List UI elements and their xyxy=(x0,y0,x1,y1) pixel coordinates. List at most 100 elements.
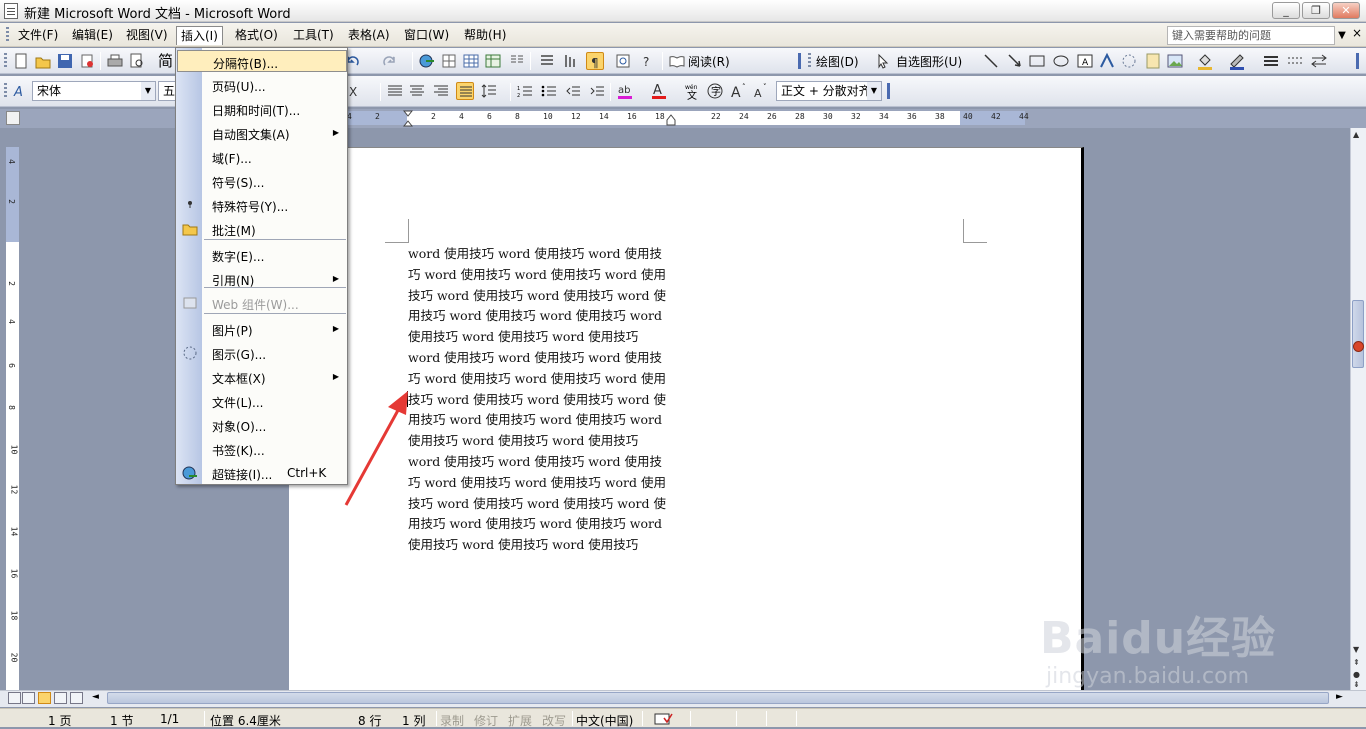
insert-menu-item-object[interactable]: 对象(O)... xyxy=(177,414,347,436)
document-line[interactable]: word 使用技巧 word 使用技巧 word 使用技 xyxy=(408,348,674,369)
insert-menu-item-hyperlink[interactable]: 超链接(I)... Ctrl+K xyxy=(177,462,347,484)
scroll-up-icon[interactable]: ▲ xyxy=(1353,130,1359,139)
help-tool-icon[interactable]: ? xyxy=(638,52,656,70)
status-extend[interactable]: 扩展 xyxy=(508,712,532,729)
status-overtype[interactable]: 改写 xyxy=(542,712,566,729)
right-indent-marker-icon[interactable] xyxy=(666,114,676,126)
toolbar-end-grip-icon[interactable] xyxy=(798,53,801,69)
document-line[interactable]: 用技巧 word 使用技巧 word 使用技巧 word xyxy=(408,514,674,535)
insert-excel-icon[interactable] xyxy=(484,52,502,70)
normal-view-icon[interactable] xyxy=(8,692,21,704)
align-right-icon[interactable] xyxy=(432,82,450,100)
menu-table[interactable]: 表格(A) xyxy=(344,26,394,45)
outline-view-icon[interactable] xyxy=(54,692,67,704)
new-document-icon[interactable] xyxy=(12,52,30,70)
document-line[interactable]: 用技巧 word 使用技巧 word 使用技巧 word xyxy=(408,410,674,431)
style-select[interactable]: 正文 + 分散对齐 ▼ xyxy=(776,81,882,101)
print-preview-icon[interactable] xyxy=(128,52,146,70)
menu-edit[interactable]: 编辑(E) xyxy=(68,26,117,45)
scroll-down-icon[interactable]: ▼ xyxy=(1353,645,1359,654)
redo-icon[interactable] xyxy=(380,52,398,70)
scroll-left-icon[interactable]: ◄ xyxy=(92,692,99,702)
research-icon[interactable] xyxy=(614,52,632,70)
document-line[interactable]: 使用技巧 word 使用技巧 word 使用技巧 xyxy=(408,327,674,348)
document-body-text[interactable]: word 使用技巧 word 使用技巧 word 使用技巧 word 使用技巧 … xyxy=(408,244,674,556)
diagram-icon[interactable] xyxy=(1120,52,1138,70)
print-icon[interactable] xyxy=(106,52,124,70)
insert-menu-item-file[interactable]: 文件(L)... xyxy=(177,390,347,412)
status-language[interactable]: 中文(中国) xyxy=(576,712,633,729)
arrow-style-icon[interactable] xyxy=(1310,52,1328,70)
indent-marker-icon[interactable] xyxy=(402,110,414,128)
insert-menu-item-special-symbol[interactable]: 特殊符号(Y)... xyxy=(177,194,347,216)
textbox-tool-icon[interactable]: A xyxy=(1076,52,1094,70)
reading-layout-view-icon[interactable] xyxy=(70,692,83,704)
enclose-chars-icon[interactable]: 字 xyxy=(706,82,724,100)
wordart-icon[interactable] xyxy=(1098,52,1116,70)
line-tool-icon[interactable] xyxy=(982,52,1000,70)
tab-selector-icon[interactable] xyxy=(6,111,20,125)
menu-tools[interactable]: 工具(T) xyxy=(289,26,338,45)
document-line[interactable]: 使用技巧 word 使用技巧 word 使用技巧 xyxy=(408,535,674,556)
document-line[interactable]: 巧 word 使用技巧 word 使用技巧 word 使用 xyxy=(408,369,674,390)
dash-style-icon[interactable] xyxy=(1286,52,1304,70)
oval-tool-icon[interactable] xyxy=(1052,52,1070,70)
menubar-grip-icon[interactable] xyxy=(6,27,9,43)
help-dropdown-icon[interactable]: ▼ xyxy=(1335,26,1349,45)
distributed-align-icon[interactable] xyxy=(456,82,474,100)
select-objects-icon[interactable] xyxy=(874,52,892,70)
grow-font-icon[interactable]: A ˄ xyxy=(730,82,748,101)
read-mode-label[interactable]: 阅读(R) xyxy=(688,53,730,70)
document-line[interactable]: 巧 word 使用技巧 word 使用技巧 word 使用 xyxy=(408,265,674,286)
status-track-changes[interactable]: 修订 xyxy=(474,712,498,729)
insert-menu-item-bookmark[interactable]: 书签(K)... xyxy=(177,438,347,460)
highlight-icon[interactable]: ab xyxy=(616,82,634,100)
document-line[interactable]: 技巧 word 使用技巧 word 使用技巧 word 使 xyxy=(408,286,674,307)
hyperlink-icon[interactable] xyxy=(418,52,436,70)
word-app-icon[interactable] xyxy=(4,3,18,19)
spelling-status-icon[interactable] xyxy=(654,712,674,726)
menu-file[interactable]: 文件(F) xyxy=(14,26,62,45)
restore-button[interactable]: ❐ xyxy=(1302,2,1330,19)
insert-menu-item-autotext[interactable]: 自动图文集(A) ▶ xyxy=(177,122,347,144)
insert-menu-item-break[interactable]: 分隔符(B)... xyxy=(177,50,347,72)
menu-view[interactable]: 视图(V) xyxy=(122,26,172,45)
menu-insert[interactable]: 插入(I) xyxy=(176,26,223,45)
document-line[interactable]: 技巧 word 使用技巧 word 使用技巧 word 使 xyxy=(408,390,674,411)
help-search-input[interactable]: 键入需要帮助的问题 xyxy=(1167,26,1335,45)
close-window-button[interactable]: ✕ xyxy=(1332,2,1360,19)
justify-icon[interactable] xyxy=(386,82,404,100)
phonetic-guide-icon[interactable]: wén 文 xyxy=(684,82,702,102)
toolbar-overflow-icon[interactable] xyxy=(1356,53,1359,69)
permission-icon[interactable] xyxy=(78,52,96,70)
vertical-scroll-thumb[interactable] xyxy=(1352,300,1364,368)
insert-menu-item-picture[interactable]: 图片(P) ▶ xyxy=(177,318,347,340)
insert-menu-item-comment[interactable]: 批注(M) xyxy=(177,218,347,240)
insert-menu-item-number[interactable]: 数字(E)... xyxy=(177,244,347,266)
draw-menu-button[interactable]: 绘图(D) xyxy=(816,53,859,70)
document-line[interactable]: 技巧 word 使用技巧 word 使用技巧 word 使 xyxy=(408,494,674,515)
char-scaling-icon[interactable]: X xyxy=(348,82,366,100)
document-map-icon[interactable] xyxy=(538,52,556,70)
drawing-toggle-icon[interactable] xyxy=(562,52,580,70)
close-document-icon[interactable]: × xyxy=(1352,26,1362,40)
font-name-select[interactable]: 宋体 ▼ xyxy=(32,81,156,101)
open-icon[interactable] xyxy=(34,52,52,70)
drawing-toolbar-grip-icon[interactable] xyxy=(808,53,811,69)
document-line[interactable]: 使用技巧 word 使用技巧 word 使用技巧 xyxy=(408,431,674,452)
tables-borders-icon[interactable] xyxy=(440,52,458,70)
insert-menu-item-diagram[interactable]: 图示(G)... xyxy=(177,342,347,364)
columns-icon[interactable] xyxy=(508,52,526,70)
status-record[interactable]: 录制 xyxy=(440,712,464,729)
decrease-indent-icon[interactable] xyxy=(564,82,582,100)
fill-color-icon[interactable] xyxy=(1196,52,1214,70)
traditional-chinese-icon[interactable]: 简 xyxy=(158,52,176,70)
vertical-scrollbar[interactable] xyxy=(1350,128,1366,690)
picture-icon[interactable] xyxy=(1166,52,1184,70)
save-icon[interactable] xyxy=(56,52,74,70)
line-spacing-icon[interactable] xyxy=(480,82,498,100)
read-mode-icon[interactable] xyxy=(668,52,686,70)
format-toolbar-end-icon[interactable] xyxy=(887,83,890,99)
numbering-icon[interactable]: 12 xyxy=(516,82,534,100)
line-color-icon[interactable] xyxy=(1228,52,1246,70)
